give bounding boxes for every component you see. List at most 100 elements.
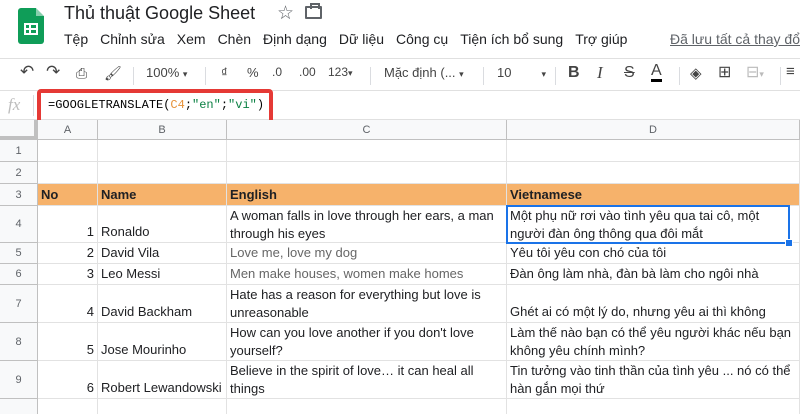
- menu-file[interactable]: Tệp: [64, 31, 88, 51]
- menu-addons[interactable]: Tiện ích bổ sung: [460, 31, 563, 51]
- cell-english[interactable]: How can you love another if you don't lo…: [227, 323, 507, 361]
- formula-divider: [33, 95, 34, 116]
- column-header-b[interactable]: B: [98, 120, 227, 140]
- select-all-corner[interactable]: [0, 120, 38, 140]
- spreadsheet-grid[interactable]: A B C D 1 2 3 4 5 6 7 8 9 No Name Englis…: [0, 120, 800, 414]
- cell-english[interactable]: A woman falls in love through her ears, …: [227, 206, 507, 243]
- decrease-decimal-button[interactable]: .0: [272, 65, 282, 79]
- header-cell-english[interactable]: English: [227, 184, 507, 206]
- menu-help[interactable]: Trợ giúp: [575, 31, 627, 51]
- header-cell-name[interactable]: Name: [98, 184, 227, 206]
- more-formats-label: 123: [328, 65, 349, 79]
- toolbar-divider: [370, 67, 371, 85]
- row-header-9[interactable]: 9: [0, 361, 38, 399]
- font-family-select[interactable]: Mặc định (... ▾: [384, 65, 464, 80]
- cell-empty[interactable]: [38, 140, 98, 162]
- cell-english[interactable]: Believe in the spirit of love… it can he…: [227, 361, 507, 399]
- cell-empty[interactable]: [38, 162, 98, 184]
- menu-insert[interactable]: Chèn: [218, 31, 251, 51]
- row-header-1[interactable]: 1: [0, 140, 38, 162]
- increase-decimal-button[interactable]: .00: [299, 65, 316, 79]
- toolbar-divider: [780, 67, 781, 85]
- toolbar-divider: [205, 67, 206, 85]
- chevron-down-icon: ▾: [541, 69, 546, 79]
- row-header-4[interactable]: 4: [0, 206, 38, 243]
- cell-name[interactable]: Leo Messi: [98, 264, 227, 285]
- cell-empty[interactable]: [507, 399, 800, 414]
- cell-vietnamese[interactable]: Ghét ai có một lý do, nhưng yêu ai thì k…: [507, 285, 800, 323]
- row-header-6[interactable]: 6: [0, 264, 38, 285]
- row-header-5[interactable]: 5: [0, 243, 38, 264]
- cell-vietnamese[interactable]: Đàn ông làm nhà, đàn bà làm cho ngôi nhà: [507, 264, 800, 285]
- print-icon[interactable]: ⎙: [76, 65, 87, 82]
- menu-format[interactable]: Định dạng: [263, 31, 327, 51]
- italic-button[interactable]: I: [597, 63, 603, 83]
- cell-name[interactable]: David Vila: [98, 243, 227, 264]
- borders-icon[interactable]: ⊞: [718, 62, 731, 82]
- cell-no[interactable]: 3: [38, 264, 98, 285]
- chevron-down-icon: ▾: [348, 68, 353, 78]
- cell-empty[interactable]: [98, 399, 227, 414]
- more-formats-button[interactable]: 123▾: [328, 65, 353, 79]
- cell-no[interactable]: 2: [38, 243, 98, 264]
- cell-english[interactable]: Love me, love my dog: [227, 243, 507, 264]
- cell-vietnamese[interactable]: Tin tưởng vào tinh thần của tình yêu ...…: [507, 361, 800, 399]
- column-header-d[interactable]: D: [507, 120, 800, 140]
- cell-empty[interactable]: [38, 399, 98, 414]
- cell-vietnamese[interactable]: Yêu tôi yêu con chó của tôi: [507, 243, 800, 264]
- row-header-2[interactable]: 2: [0, 162, 38, 184]
- paint-format-icon[interactable]: 🖌︎: [104, 65, 122, 82]
- fill-color-icon[interactable]: ◈: [690, 64, 702, 82]
- chevron-down-icon: ▾: [759, 69, 764, 79]
- column-header-c[interactable]: C: [227, 120, 507, 140]
- menu-edit[interactable]: Chỉnh sửa: [100, 31, 165, 51]
- document-title[interactable]: Thủ thuật Google Sheet: [64, 3, 255, 24]
- header-cell-vietnamese[interactable]: Vietnamese: [507, 184, 800, 206]
- save-status-link[interactable]: Đã lưu tất cả thay đổi: [670, 31, 800, 47]
- cell-empty[interactable]: [98, 140, 227, 162]
- cell-vietnamese[interactable]: Làm thế nào bạn có thể yêu người khác nế…: [507, 323, 800, 361]
- cell-empty[interactable]: [98, 162, 227, 184]
- cell-name[interactable]: Ronaldo: [98, 206, 227, 243]
- bold-button[interactable]: B: [568, 64, 580, 82]
- cell-english[interactable]: Men make houses, women make homes: [227, 264, 507, 285]
- cell-english[interactable]: Hate has a reason for everything but lov…: [227, 285, 507, 323]
- menu-data[interactable]: Dữ liệu: [339, 31, 384, 51]
- currency-format-button[interactable]: ₫: [221, 65, 228, 80]
- cell-name[interactable]: Robert Lewandowski: [98, 361, 227, 399]
- strikethrough-button[interactable]: S: [624, 64, 635, 82]
- cell-no[interactable]: 4: [38, 285, 98, 323]
- text-color-button[interactable]: A: [651, 63, 662, 82]
- sheets-logo-icon[interactable]: [18, 8, 44, 44]
- cell-empty[interactable]: [507, 162, 800, 184]
- title-bar: Thủ thuật Google Sheet ☆ Tệp Chỉnh sửa X…: [0, 0, 800, 56]
- star-icon[interactable]: ☆: [277, 2, 294, 25]
- chevron-down-icon: ▾: [459, 69, 464, 79]
- cell-no[interactable]: 5: [38, 323, 98, 361]
- cell-empty[interactable]: [227, 140, 507, 162]
- cell-empty[interactable]: [227, 162, 507, 184]
- cell-empty[interactable]: [227, 399, 507, 414]
- column-header-a[interactable]: A: [38, 120, 98, 140]
- row-header-10[interactable]: [0, 399, 38, 414]
- row-header-7[interactable]: 7: [0, 285, 38, 323]
- menu-tools[interactable]: Công cụ: [396, 31, 448, 51]
- cell-name[interactable]: Jose Mourinho: [98, 323, 227, 361]
- header-cell-no[interactable]: No: [38, 184, 98, 206]
- redo-icon[interactable]: ↷: [46, 62, 60, 82]
- undo-icon[interactable]: ↶: [20, 62, 34, 82]
- cell-empty[interactable]: [507, 140, 800, 162]
- row-header-3[interactable]: 3: [0, 184, 38, 206]
- percent-format-button[interactable]: %: [247, 65, 259, 80]
- menu-view[interactable]: Xem: [177, 31, 206, 51]
- font-size-select[interactable]: 10 ▾: [497, 65, 546, 80]
- zoom-select[interactable]: 100% ▾: [146, 65, 187, 80]
- row-header-8[interactable]: 8: [0, 323, 38, 361]
- font-family-value: Mặc định (...: [384, 65, 456, 80]
- align-icon[interactable]: ≡: [786, 63, 795, 80]
- cell-no[interactable]: 1: [38, 206, 98, 243]
- cell-no[interactable]: 6: [38, 361, 98, 399]
- merge-cells-icon[interactable]: ⊟▾: [746, 62, 764, 82]
- move-to-folder-icon[interactable]: [305, 3, 322, 19]
- cell-name[interactable]: David Backham: [98, 285, 227, 323]
